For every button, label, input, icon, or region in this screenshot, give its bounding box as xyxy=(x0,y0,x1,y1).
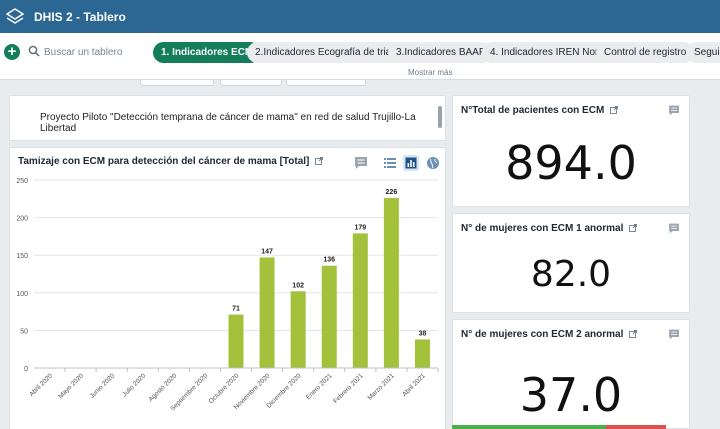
x-tick-label: Agosto 2020 xyxy=(147,372,178,403)
kpi-value-total-patients: 894.0 xyxy=(505,136,637,190)
kpi-value-ecm2-abnormal: 37.0 xyxy=(519,368,623,422)
chart-bar xyxy=(383,198,399,368)
search-dashboard-input[interactable] xyxy=(44,44,144,60)
x-tick-label: Octubre 2020 xyxy=(208,372,241,405)
add-dashboard-button[interactable]: + xyxy=(4,44,20,60)
bar-data-label: 102 xyxy=(292,282,304,289)
bar-data-label: 179 xyxy=(354,224,366,231)
chart-dashboard-item: Tamizaje con ECM para detección del cánc… xyxy=(9,147,446,429)
chart-bar xyxy=(414,339,430,368)
open-external-icon[interactable] xyxy=(315,157,324,165)
kpi-status-bar-bad xyxy=(606,425,666,429)
x-tick-label: Abril 2020 xyxy=(28,372,54,398)
dashboard-chip-baaf[interactable]: 3.Indicadores BAAF xyxy=(388,42,493,63)
kpi-value-ecm1-abnormal: 82.0 xyxy=(530,254,612,295)
y-tick-label: 250 xyxy=(16,178,28,185)
kpi-title-ecm1-abnormal[interactable]: N° de mujeres con ECM 1 anormal xyxy=(461,223,638,234)
open-external-icon[interactable] xyxy=(629,330,638,338)
chart-bar xyxy=(259,257,275,368)
y-tick-label: 150 xyxy=(16,253,28,260)
x-tick-label: Abril 2021 xyxy=(401,372,427,398)
bar-data-label: 71 xyxy=(232,306,240,313)
edit-control-tab[interactable] xyxy=(140,80,214,86)
bar-data-label: 226 xyxy=(386,189,398,196)
app-header: DHIS 2 - Tablero xyxy=(0,0,720,33)
y-tick-label: 200 xyxy=(16,216,28,223)
dashboard-chip-indicadores-ecm[interactable]: 1. Indicadores ECM xyxy=(153,42,262,63)
chart-bar xyxy=(228,314,244,368)
filter-control-tab[interactable] xyxy=(286,80,366,86)
show-more-link[interactable]: Mostrar más xyxy=(408,68,452,77)
x-tick-label: Junio 2020 xyxy=(89,372,117,400)
y-tick-label: 50 xyxy=(20,328,28,335)
view-as-chart-icon[interactable] xyxy=(403,155,419,171)
interpretations-comment-icon[interactable] xyxy=(667,222,681,235)
kpi-card-total-patients: N°Total de pacientes con ECM 894.0 xyxy=(452,95,690,207)
kpi-status-bar-good xyxy=(452,425,606,429)
text-dashboard-item: Proyecto Piloto "Detección temprana de c… xyxy=(9,95,446,141)
dashboard-chip-iren-norte[interactable]: 4. Indicadores IREN Norte xyxy=(482,42,615,63)
text-item-scrollbar[interactable] xyxy=(438,106,442,128)
interpretations-comment-icon[interactable] xyxy=(667,104,681,117)
project-description-text: Proyecto Piloto "Detección temprana de c… xyxy=(40,112,416,134)
open-external-icon[interactable] xyxy=(610,106,619,114)
x-tick-label: Enero 2021 xyxy=(305,372,334,401)
x-tick-label: Mayo 2020 xyxy=(57,372,85,400)
chart-bar xyxy=(290,291,306,368)
view-as-map-icon[interactable] xyxy=(425,155,441,171)
bar-data-label: 147 xyxy=(261,248,273,255)
interpretations-comment-icon[interactable] xyxy=(353,155,369,171)
kpi-title-ecm2-abnormal[interactable]: N° de mujeres con ECM 2 anormal xyxy=(461,329,638,340)
kpi-title-total-patients[interactable]: N°Total de pacientes con ECM xyxy=(461,105,619,116)
kpi-card-ecm2-abnormal: N° de mujeres con ECM 2 anormal 37.0 xyxy=(452,319,690,429)
chart-bar xyxy=(321,265,337,368)
kpi-card-ecm1-abnormal: N° de mujeres con ECM 1 anormal 82.0 xyxy=(452,213,690,313)
app-title: DHIS 2 - Tablero xyxy=(34,10,126,24)
dashboard-chip-seguimiento[interactable]: Seguimi xyxy=(686,42,720,63)
y-tick-label: 100 xyxy=(16,291,28,298)
view-as-table-icon[interactable] xyxy=(382,155,398,171)
share-control-tab[interactable] xyxy=(220,80,282,86)
open-external-icon[interactable] xyxy=(629,224,638,232)
x-tick-label: Julio 2020 xyxy=(121,372,147,398)
y-tick-label: 0 xyxy=(24,366,28,373)
bar-data-label: 38 xyxy=(419,330,427,337)
ecm-screening-bar-chart: 71 147 102 136 179 226 38 0 50 100 150 200 250 Abril… xyxy=(16,178,439,412)
chart-item-title[interactable]: Tamizaje con ECM para detección del cánc… xyxy=(18,156,324,167)
x-tick-label: Marzo 2021 xyxy=(367,372,396,401)
dhis2-logo-icon[interactable] xyxy=(6,8,24,26)
search-icon xyxy=(28,45,40,57)
dashboard-chip-control-registro[interactable]: Control de registro xyxy=(596,42,695,63)
dashboard-chip-ecografia-triaje[interactable]: 2.Indicadores Ecografía de triaje xyxy=(247,42,407,63)
chart-bar xyxy=(352,233,368,368)
interpretations-comment-icon[interactable] xyxy=(667,328,681,341)
x-tick-label: Febrero 2021 xyxy=(332,372,365,405)
bar-data-label: 136 xyxy=(323,257,335,264)
